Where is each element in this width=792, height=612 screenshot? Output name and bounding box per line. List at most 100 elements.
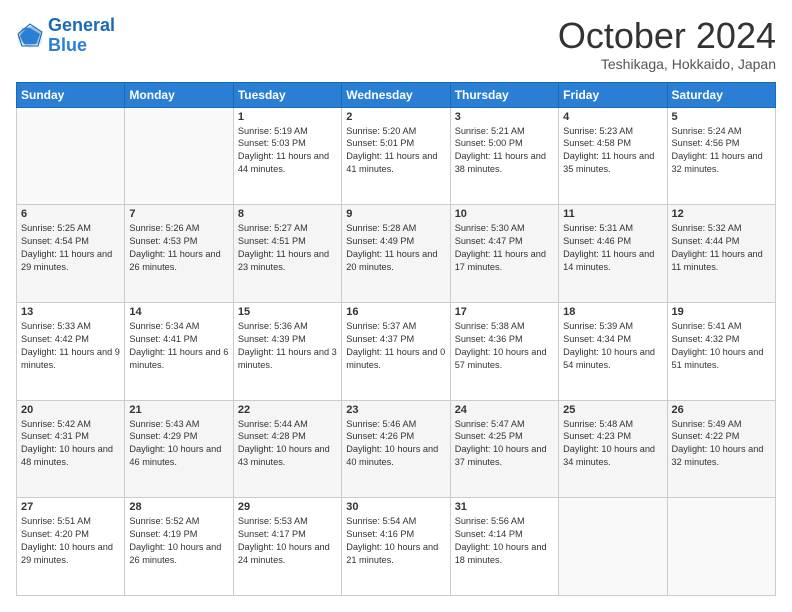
day-number: 15 [238, 306, 337, 318]
day-number: 31 [455, 501, 554, 513]
cell-content: Sunrise: 5:51 AM Sunset: 4:20 PM Dayligh… [21, 515, 120, 567]
logo-text: General Blue [48, 16, 115, 56]
table-row: 5 Sunrise: 5:24 AM Sunset: 4:56 PM Daylig… [667, 107, 775, 205]
day-number: 5 [672, 111, 771, 123]
cell-content: Sunrise: 5:33 AM Sunset: 4:42 PM Dayligh… [21, 320, 120, 372]
day-number: 9 [346, 208, 445, 220]
table-row: 14 Sunrise: 5:34 AM Sunset: 4:41 PM Dayli… [125, 302, 233, 400]
day-number: 7 [129, 208, 228, 220]
table-row [667, 498, 775, 596]
day-number: 12 [672, 208, 771, 220]
day-number: 27 [21, 501, 120, 513]
day-number: 21 [129, 404, 228, 416]
table-row: 21 Sunrise: 5:43 AM Sunset: 4:29 PM Dayli… [125, 400, 233, 498]
table-row: 16Sunrise: 5:37 AM Sunset: 4:37 PM Dayli… [342, 302, 450, 400]
table-row: 11 Sunrise: 5:31 AM Sunset: 4:46 PM Dayli… [559, 205, 667, 303]
table-row: 20 Sunrise: 5:42 AM Sunset: 4:31 PM Dayli… [17, 400, 125, 498]
cell-content: Sunrise: 5:19 AM Sunset: 5:03 PM Dayligh… [238, 125, 337, 177]
day-number: 3 [455, 111, 554, 123]
table-row: 29 Sunrise: 5:53 AM Sunset: 4:17 PM Dayli… [233, 498, 341, 596]
table-row: 10 Sunrise: 5:30 AM Sunset: 4:47 PM Dayli… [450, 205, 558, 303]
table-row: 19 Sunrise: 5:41 AM Sunset: 4:32 PM Dayli… [667, 302, 775, 400]
table-row: 24Sunrise: 5:47 AM Sunset: 4:25 PM Dayli… [450, 400, 558, 498]
cell-content: Sunrise: 5:53 AM Sunset: 4:17 PM Dayligh… [238, 515, 337, 567]
table-row [125, 107, 233, 205]
day-number: 6 [21, 208, 120, 220]
table-row: 1 Sunrise: 5:19 AM Sunset: 5:03 PM Daylig… [233, 107, 341, 205]
logo-line2: Blue [48, 35, 87, 55]
table-row: 6Sunrise: 5:25 AM Sunset: 4:54 PM Daylig… [17, 205, 125, 303]
table-row: 23 Sunrise: 5:46 AM Sunset: 4:26 PM Dayli… [342, 400, 450, 498]
table-row [559, 498, 667, 596]
cell-content: Sunrise: 5:41 AM Sunset: 4:32 PM Dayligh… [672, 320, 771, 372]
calendar-table: Sunday Monday Tuesday Wednesday Thursday… [16, 82, 776, 596]
logo: General Blue [16, 16, 115, 56]
cell-content: Sunrise: 5:28 AM Sunset: 4:49 PM Dayligh… [346, 222, 445, 274]
day-number: 30 [346, 501, 445, 513]
table-row: 9 Sunrise: 5:28 AM Sunset: 4:49 PM Daylig… [342, 205, 450, 303]
table-row: 13Sunrise: 5:33 AM Sunset: 4:42 PM Dayli… [17, 302, 125, 400]
month-title: October 2024 [558, 16, 776, 56]
day-number: 10 [455, 208, 554, 220]
day-number: 19 [672, 306, 771, 318]
cell-content: Sunrise: 5:20 AM Sunset: 5:01 PM Dayligh… [346, 125, 445, 177]
cell-content: Sunrise: 5:38 AM Sunset: 4:36 PM Dayligh… [455, 320, 554, 372]
table-row: 25 Sunrise: 5:48 AM Sunset: 4:23 PM Dayli… [559, 400, 667, 498]
table-row: 15 Sunrise: 5:36 AM Sunset: 4:39 PM Dayli… [233, 302, 341, 400]
cell-content: Sunrise: 5:26 AM Sunset: 4:53 PM Dayligh… [129, 222, 228, 274]
cell-content: Sunrise: 5:47 AM Sunset: 4:25 PM Dayligh… [455, 418, 554, 470]
day-number: 16 [346, 306, 445, 318]
day-number: 1 [238, 111, 337, 123]
cell-content: Sunrise: 5:42 AM Sunset: 4:31 PM Dayligh… [21, 418, 120, 470]
cell-content: Sunrise: 5:43 AM Sunset: 4:29 PM Dayligh… [129, 418, 228, 470]
location: Teshikaga, Hokkaido, Japan [558, 56, 776, 72]
table-row: 7 Sunrise: 5:26 AM Sunset: 4:53 PM Daylig… [125, 205, 233, 303]
header: General Blue October 2024 Teshikaga, Hok… [16, 16, 776, 72]
col-sunday: Sunday [17, 82, 125, 107]
table-row: 18Sunrise: 5:39 AM Sunset: 4:34 PM Dayli… [559, 302, 667, 400]
col-tuesday: Tuesday [233, 82, 341, 107]
col-friday: Friday [559, 82, 667, 107]
cell-content: Sunrise: 5:27 AM Sunset: 4:51 PM Dayligh… [238, 222, 337, 274]
cell-content: Sunrise: 5:30 AM Sunset: 4:47 PM Dayligh… [455, 222, 554, 274]
cell-content: Sunrise: 5:54 AM Sunset: 4:16 PM Dayligh… [346, 515, 445, 567]
calendar-row-2: 6Sunrise: 5:25 AM Sunset: 4:54 PM Daylig… [17, 205, 776, 303]
cell-content: Sunrise: 5:48 AM Sunset: 4:23 PM Dayligh… [563, 418, 662, 470]
table-row: 27 Sunrise: 5:51 AM Sunset: 4:20 PM Dayli… [17, 498, 125, 596]
cell-content: Sunrise: 5:34 AM Sunset: 4:41 PM Dayligh… [129, 320, 228, 372]
day-number: 2 [346, 111, 445, 123]
table-row: 31 Sunrise: 5:56 AM Sunset: 4:14 PM Dayli… [450, 498, 558, 596]
day-number: 29 [238, 501, 337, 513]
calendar-row-1: 1 Sunrise: 5:19 AM Sunset: 5:03 PM Daylig… [17, 107, 776, 205]
cell-content: Sunrise: 5:31 AM Sunset: 4:46 PM Dayligh… [563, 222, 662, 274]
day-number: 8 [238, 208, 337, 220]
table-row: 28 Sunrise: 5:52 AM Sunset: 4:19 PM Dayli… [125, 498, 233, 596]
table-row: 30 Sunrise: 5:54 AM Sunset: 4:16 PM Dayli… [342, 498, 450, 596]
cell-content: Sunrise: 5:44 AM Sunset: 4:28 PM Dayligh… [238, 418, 337, 470]
col-monday: Monday [125, 82, 233, 107]
day-number: 28 [129, 501, 228, 513]
cell-content: Sunrise: 5:36 AM Sunset: 4:39 PM Dayligh… [238, 320, 337, 372]
day-number: 23 [346, 404, 445, 416]
cell-content: Sunrise: 5:52 AM Sunset: 4:19 PM Dayligh… [129, 515, 228, 567]
day-number: 18 [563, 306, 662, 318]
day-number: 17 [455, 306, 554, 318]
day-number: 20 [21, 404, 120, 416]
table-row: 12 Sunrise: 5:32 AM Sunset: 4:44 PM Dayli… [667, 205, 775, 303]
day-number: 14 [129, 306, 228, 318]
logo-icon [16, 22, 44, 50]
cell-content: Sunrise: 5:32 AM Sunset: 4:44 PM Dayligh… [672, 222, 771, 274]
cell-content: Sunrise: 5:56 AM Sunset: 4:14 PM Dayligh… [455, 515, 554, 567]
day-number: 25 [563, 404, 662, 416]
cell-content: Sunrise: 5:21 AM Sunset: 5:00 PM Dayligh… [455, 125, 554, 177]
page: General Blue October 2024 Teshikaga, Hok… [0, 0, 792, 612]
col-saturday: Saturday [667, 82, 775, 107]
calendar-row-3: 13Sunrise: 5:33 AM Sunset: 4:42 PM Dayli… [17, 302, 776, 400]
table-row [17, 107, 125, 205]
calendar-header-row: Sunday Monday Tuesday Wednesday Thursday… [17, 82, 776, 107]
cell-content: Sunrise: 5:46 AM Sunset: 4:26 PM Dayligh… [346, 418, 445, 470]
title-block: October 2024 Teshikaga, Hokkaido, Japan [558, 16, 776, 72]
cell-content: Sunrise: 5:24 AM Sunset: 4:56 PM Dayligh… [672, 125, 771, 177]
day-number: 11 [563, 208, 662, 220]
table-row: 4Sunrise: 5:23 AM Sunset: 4:58 PM Daylig… [559, 107, 667, 205]
